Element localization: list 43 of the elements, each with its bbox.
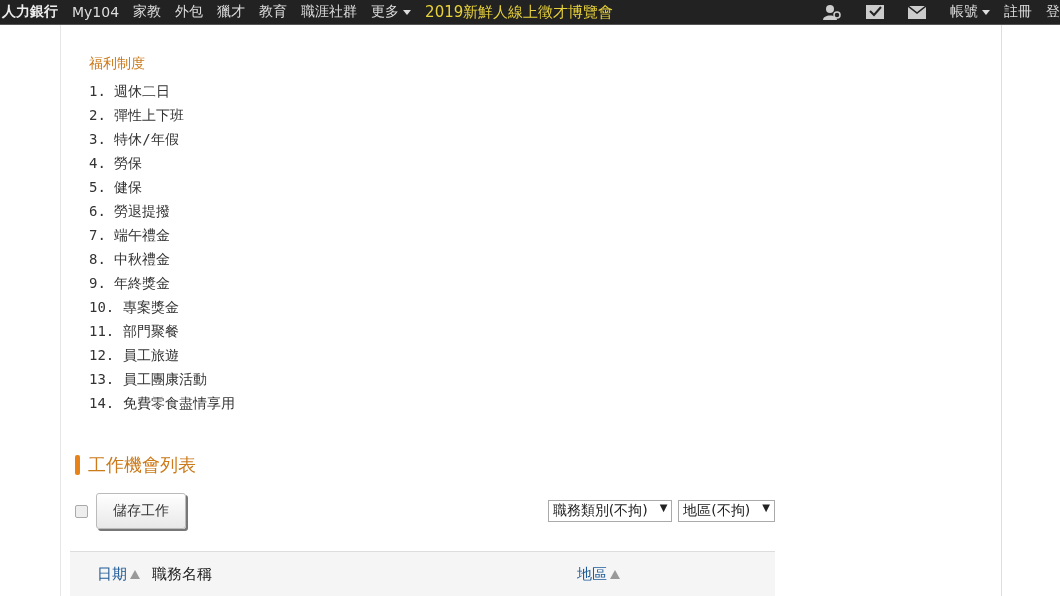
- sort-up-icon: [130, 569, 140, 579]
- nav-link[interactable]: 教育: [259, 3, 288, 21]
- benefit-item: 3. 特休/年假: [89, 130, 180, 149]
- benefit-item: 4. 勞保: [89, 154, 144, 173]
- mail-icon[interactable]: [908, 5, 926, 19]
- nav-link[interactable]: 獵才: [217, 3, 246, 21]
- sort-up-icon: [610, 569, 620, 579]
- benefit-item: 2. 彈性上下班: [89, 106, 186, 125]
- benefit-item: 6. 勞退提撥: [89, 202, 172, 221]
- account-menu[interactable]: 帳號: [950, 3, 990, 21]
- nav-link[interactable]: My104: [72, 4, 120, 20]
- nav-link[interactable]: 外包: [175, 3, 204, 21]
- brand-link[interactable]: 人力銀行: [2, 3, 58, 21]
- promo-link[interactable]: 2019新鮮人線上徵才博覽會: [425, 2, 614, 22]
- nav-link[interactable]: 職涯社群: [301, 3, 358, 21]
- section-title: 福利制度: [89, 55, 146, 73]
- filter-dropdown[interactable]: 地區(不拘) ▼: [678, 500, 775, 522]
- nav-link[interactable]: 登: [1046, 3, 1060, 21]
- filter-dropdown[interactable]: 職務類別(不拘) ▼: [547, 500, 673, 522]
- caret-icon: [403, 9, 412, 15]
- sort-link[interactable]: 地區: [577, 564, 620, 584]
- benefit-item: 5. 健保: [89, 178, 144, 197]
- benefit-item: 1. 週休二日: [89, 82, 172, 101]
- sort-link[interactable]: 日期: [97, 564, 140, 584]
- select-all-checkbox[interactable]: [75, 504, 88, 518]
- caret-icon: [982, 9, 990, 15]
- section-title: 工作機會列表: [88, 453, 196, 477]
- nav-link[interactable]: 註冊: [1004, 3, 1032, 21]
- benefit-item: 13. 員工團康活動: [89, 370, 208, 389]
- benefit-item: 11. 部門聚餐: [89, 322, 180, 341]
- benefit-item: 7. 端午禮金: [89, 226, 172, 245]
- person-search-icon[interactable]: [822, 4, 842, 20]
- check-box-icon[interactable]: [866, 5, 884, 19]
- benefit-item: 14. 免費零食盡情享用: [89, 394, 236, 413]
- benefit-item: 10. 專案獎金: [89, 298, 180, 317]
- benefit-item: 8. 中秋禮金: [89, 250, 172, 269]
- benefit-item: 9. 年終獎金: [89, 274, 172, 293]
- column-header: 職務名稱: [152, 564, 212, 584]
- nav-menu[interactable]: 更多: [371, 3, 412, 21]
- title-marker: [75, 455, 80, 475]
- nav-link[interactable]: 家教: [133, 3, 162, 21]
- benefit-item: 12. 員工旅遊: [89, 346, 180, 365]
- save-job-button[interactable]: 儲存工作: [96, 493, 186, 529]
